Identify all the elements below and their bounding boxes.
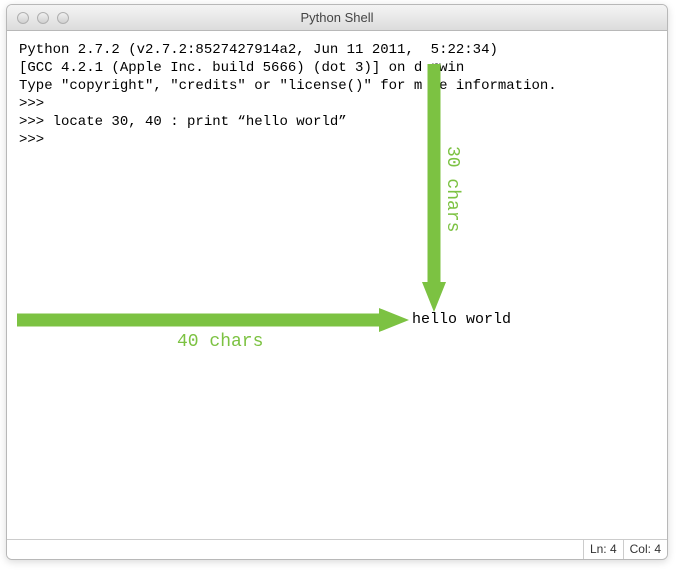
close-icon[interactable] [17,12,29,24]
help-line: Type "copyright", "credits" or "license(… [19,77,655,95]
python-shell-window: Python Shell Python 2.7.2 (v2.7.2:852742… [6,4,668,560]
version-line: Python 2.7.2 (v2.7.2:8527427914a2, Jun 1… [19,41,655,59]
window-controls [7,12,69,24]
horizontal-arrow-label: 40 chars [177,333,263,351]
compiler-line: [GCC 4.2.1 (Apple Inc. build 5666) (dot … [19,59,655,77]
prompt-line: >>> [19,131,655,149]
status-col: Col: 4 [623,540,667,559]
zoom-icon[interactable] [57,12,69,24]
minimize-icon[interactable] [37,12,49,24]
output-text: hello world [412,311,511,329]
statusbar: Ln: 4 Col: 4 [7,539,667,559]
status-line: Ln: 4 [583,540,623,559]
command-line: >>> locate 30, 40 : print “hello world” [19,113,655,131]
prompt-line: >>> [19,95,655,113]
shell-content[interactable]: Python 2.7.2 (v2.7.2:8527427914a2, Jun 1… [7,31,667,539]
titlebar[interactable]: Python Shell [7,5,667,31]
vertical-arrow-label: 30 chars [443,146,461,232]
window-title: Python Shell [7,10,667,25]
